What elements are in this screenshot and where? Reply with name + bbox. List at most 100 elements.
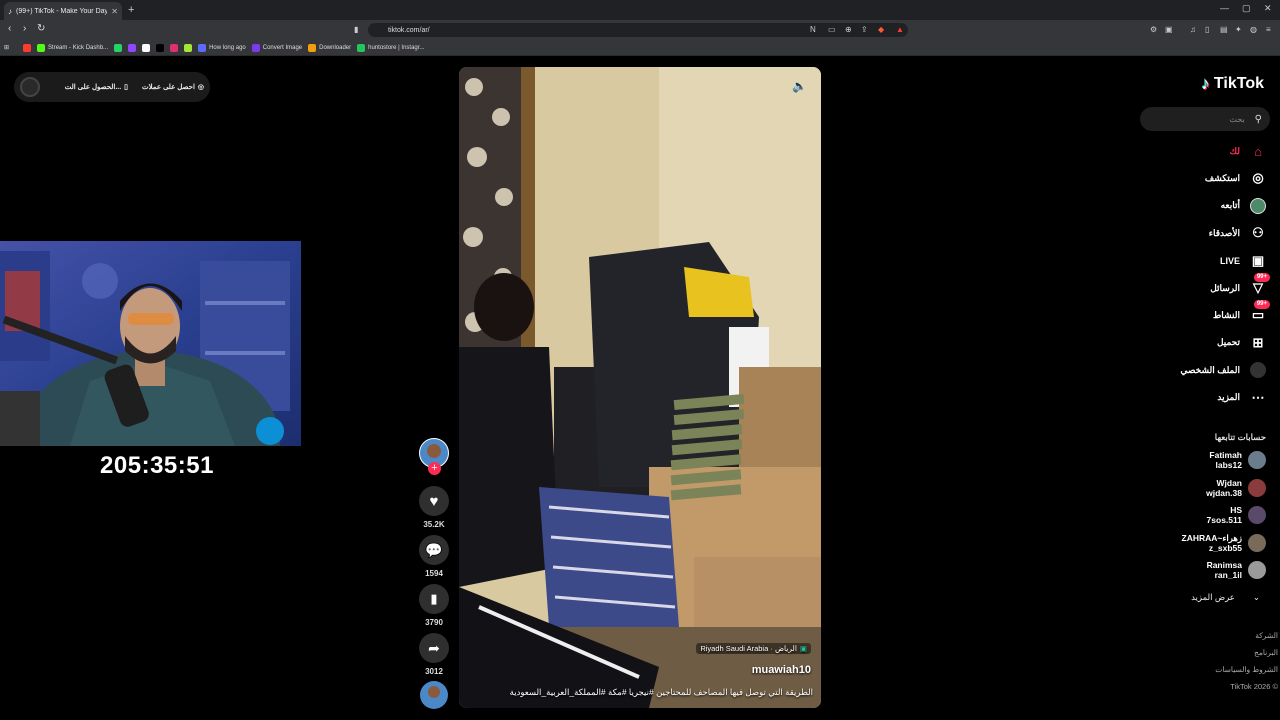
pill-item-1-label: احصل على عملات [142, 84, 195, 91]
sidebar-item-label: الأصدقاء [1208, 227, 1240, 238]
following-name-block: Wjdan wjdan.38 [1206, 478, 1242, 498]
like-button[interactable]: ♥ [419, 486, 449, 516]
following-item[interactable]: Wjdan wjdan.38 [1206, 478, 1266, 498]
screenshot-icon[interactable]: ▣ [1165, 25, 1173, 34]
volume-icon[interactable]: 🔈 [792, 79, 807, 93]
location-tag[interactable]: Riyadh Saudi Arabia · الرياض ▣ [696, 643, 811, 654]
extension-icon[interactable]: ⚙ [1150, 25, 1157, 34]
bookmark-label: How long ago [209, 44, 246, 51]
notification-badge: 99+ [1253, 273, 1270, 282]
brave-shield-icon[interactable]: ◆ [878, 25, 884, 34]
new-tab-button[interactable]: + [128, 4, 134, 16]
comment-button[interactable]: 💬 [419, 535, 449, 565]
back-icon[interactable]: ‹ [8, 23, 11, 34]
cast-icon[interactable]: ▭ [828, 25, 836, 34]
follow-plus-icon[interactable]: + [428, 462, 441, 475]
following-item[interactable]: ZAHRAA~زهراء z_sxb55 [1182, 533, 1266, 553]
avatar [1248, 478, 1266, 497]
following-item[interactable]: Fatimah labs12 [1209, 450, 1266, 470]
bookmark-page-icon[interactable]: ▮ [354, 25, 358, 34]
search-icon[interactable]: ⚲ [1255, 114, 1262, 125]
avatar [1248, 533, 1266, 552]
get-item-button[interactable]: الحصول على الت... ▯ [65, 83, 128, 91]
video-username[interactable]: muawiah10 [752, 664, 811, 676]
following-handle: ran_1il [1214, 570, 1242, 580]
bookmark-item[interactable] [23, 43, 32, 52]
translate-icon[interactable]: N [810, 25, 816, 34]
bookmark-item[interactable]: How long ago [198, 43, 246, 52]
vpn-icon[interactable]: ◍ [1250, 25, 1257, 34]
following-icon [1250, 197, 1266, 214]
sidebar-toggle-icon[interactable]: ▯ [1205, 25, 1209, 34]
sidebar-item-2[interactable]: أتابعه [1221, 197, 1266, 214]
sidebar-item-4[interactable]: LIVE ▣ [1220, 253, 1266, 269]
rewards-pill[interactable]: الحصول على الت... ▯ احصل على عملات ◎ [14, 72, 210, 102]
compass-icon: ◎ [1252, 170, 1264, 186]
bookmark-label: huntostore | Instagr... [368, 44, 425, 51]
following-handle: z_sxb55 [1208, 542, 1242, 553]
get-coins-button[interactable]: احصل على عملات ◎ [142, 83, 204, 91]
apps-icon[interactable]: ⊞ [4, 44, 9, 51]
bookmark-item[interactable]: Convert Image [251, 43, 302, 52]
sidebar-item-label: لك [1229, 145, 1240, 156]
bookmark-item[interactable]: Stream - Kick Dashb... [37, 43, 108, 52]
bookmark-item[interactable] [170, 43, 179, 52]
maximize-icon[interactable]: ▢ [1242, 3, 1251, 14]
bookmark-item[interactable] [184, 43, 193, 52]
wallet-icon[interactable]: ▤ [1220, 25, 1228, 34]
sidebar-item-5[interactable]: الرسائل ▽ 99+ [1210, 273, 1270, 296]
bookmark-item[interactable] [128, 43, 137, 52]
sidebar-item-1[interactable]: استكشف ◎ [1205, 170, 1266, 186]
following-name: Fatimah [1209, 450, 1242, 460]
minimize-icon[interactable]: — [1220, 3, 1229, 13]
media-icon[interactable]: ♫ [1190, 25, 1196, 34]
url-text: tiktok.com/ar/ [388, 26, 430, 34]
save-button[interactable]: ▮ [419, 584, 449, 614]
bookmark-item[interactable]: huntostore | Instagr... [357, 43, 425, 52]
sidebar-item-3[interactable]: الأصدقاء ⚇ [1209, 225, 1266, 241]
reload-icon[interactable]: ↻ [37, 23, 45, 34]
sidebar-item-8[interactable]: الملف الشخصي [1180, 362, 1266, 379]
video-caption: الطريقة التي توصل فيها المصاحف للمحتاجين… [509, 687, 813, 697]
bookmarks-bar: ⊞ Stream - Kick Dashb... How long ago Conv… [0, 40, 1280, 56]
following-name-block: HS 7sos.511 [1207, 505, 1242, 525]
leo-icon[interactable]: ✦ [1235, 25, 1242, 34]
forward-icon[interactable]: › [23, 23, 26, 34]
following-item[interactable]: Ranimsa ran_1il [1207, 560, 1266, 580]
browser-tab[interactable]: ♪ (99+) TikTok - Make Your Day ✕ [4, 2, 122, 20]
following-handle: labs12 [1215, 460, 1242, 470]
following-item[interactable]: HS 7sos.511 [1207, 505, 1266, 525]
video-player[interactable]: 🔈 Riyadh Saudi Arabia · الرياض ▣ muawiah… [459, 67, 821, 708]
sidebar-item-7[interactable]: تحميل ⊞ [1217, 335, 1266, 351]
close-window-icon[interactable]: ✕ [1264, 3, 1272, 14]
footer-link[interactable]: الشروط والسياسات [1215, 665, 1278, 674]
following-title: حسابات تتابعها [1214, 432, 1266, 442]
url-input[interactable]: tiktok.com/ar/ [368, 23, 908, 37]
share-icon[interactable]: ⇪ [861, 25, 868, 34]
sound-avatar[interactable] [420, 681, 448, 709]
bookmark-item[interactable] [114, 43, 123, 52]
avatar [1248, 506, 1266, 524]
sidebar-item-6[interactable]: النشاط ▭ 99+ [1213, 300, 1270, 323]
coin-icon: ◎ [197, 84, 204, 91]
footer-link[interactable]: الشركة [1255, 631, 1278, 640]
footer-link[interactable]: TikTok 2026 © [1230, 682, 1278, 691]
bookmark-item[interactable]: Downloader [308, 43, 351, 52]
webcam-overlay [0, 241, 301, 446]
sidebar-item-0[interactable]: لك ⌂ [1230, 143, 1266, 159]
see-more-button[interactable]: عرض المزيد ⌄ [1191, 592, 1260, 603]
upload-icon: ⊞ [1252, 334, 1264, 350]
comment-count: 1594 [425, 569, 443, 578]
footer-link[interactable]: البرنامج [1254, 648, 1278, 657]
bookmark-item[interactable] [156, 43, 165, 52]
bookmark-favicon-icon [357, 43, 366, 52]
zoom-icon[interactable]: ⊕ [845, 25, 852, 34]
sidebar-item-9[interactable]: المزيد ⋯ [1217, 390, 1266, 406]
tiktok-logo[interactable]: ♪ TikTok [1201, 74, 1264, 94]
close-tab-icon[interactable]: ✕ [111, 7, 118, 16]
share-button[interactable]: ➦ [419, 633, 449, 663]
bookmark-item[interactable] [142, 43, 151, 52]
menu-icon[interactable]: ≡ [1266, 25, 1271, 34]
rewards-icon[interactable]: ▲ [896, 25, 904, 34]
search-input[interactable]: بحث ⚲ [1140, 107, 1270, 131]
